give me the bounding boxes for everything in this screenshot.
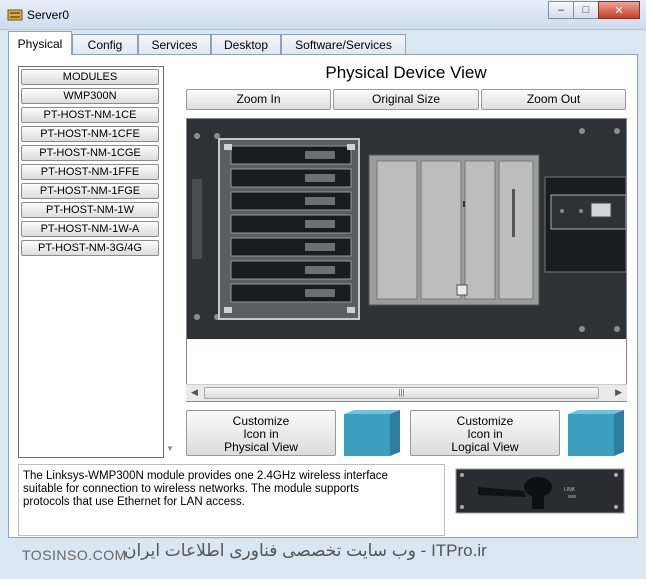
scroll-left-icon[interactable]: ◀ xyxy=(191,387,198,398)
zoom-out-button[interactable]: Zoom Out xyxy=(481,89,626,110)
customize-logical-line3: Logical View xyxy=(451,440,519,454)
description-line-2: suitable for connection to wireless netw… xyxy=(23,483,360,495)
scroll-right-icon[interactable]: ▶ xyxy=(615,387,622,398)
maximize-icon: □ xyxy=(582,4,590,16)
logical-cube-icon xyxy=(568,410,624,456)
minimize-icon: – xyxy=(557,4,565,16)
tab-desktop[interactable]: Desktop xyxy=(211,34,281,54)
module-item-nm-1ffe[interactable]: PT-HOST-NM-1FFE xyxy=(21,164,159,180)
list-scroll-down-icon[interactable]: ▼ xyxy=(164,444,176,456)
description-line-3: protocols that use Ethernet for LAN acce… xyxy=(23,496,245,508)
description-line-1: The Linksys-WMP300N module provides one … xyxy=(23,470,388,482)
module-item-nm-1cge[interactable]: PT-HOST-NM-1CGE xyxy=(21,145,159,161)
module-item-nm-3g-4g[interactable]: PT-HOST-NM-3G/4G xyxy=(21,240,159,256)
module-preview-image: LINK xyxy=(452,465,626,517)
zoom-in-button[interactable]: Zoom In xyxy=(186,89,331,110)
tab-software-services[interactable]: Software/Services xyxy=(281,34,406,54)
module-item-nm-1w[interactable]: PT-HOST-NM-1W xyxy=(21,202,159,218)
module-item-wmp300n[interactable]: WMP300N xyxy=(21,88,159,104)
server-chassis-image xyxy=(187,119,627,385)
tab-config[interactable]: Config xyxy=(72,34,138,54)
module-list: MODULES WMP300N PT-HOST-NM-1CE PT-HOST-N… xyxy=(18,66,164,458)
minimize-button[interactable]: – xyxy=(548,1,574,19)
view-title: Physical Device View xyxy=(325,63,487,82)
module-item-nm-1fge[interactable]: PT-HOST-NM-1FGE xyxy=(21,183,159,199)
physical-cube-icon xyxy=(344,410,400,456)
close-icon: ✕ xyxy=(614,4,624,17)
customize-physical-line3: Physical View xyxy=(224,440,298,454)
close-button[interactable]: ✕ xyxy=(598,1,640,19)
scroll-thumb[interactable]: ||| xyxy=(204,387,599,399)
server-app-icon xyxy=(7,9,23,21)
module-item-nm-1cfe[interactable]: PT-HOST-NM-1CFE xyxy=(21,126,159,142)
watermark-tosinso: TOSINSO.COM xyxy=(22,547,127,563)
module-description: The Linksys-WMP300N module provides one … xyxy=(18,464,445,536)
tab-physical[interactable]: Physical xyxy=(8,31,72,55)
horizontal-scrollbar[interactable]: ◀ ||| ▶ xyxy=(186,384,627,401)
customize-physical-icon-button[interactable]: Customize Icon in Physical View xyxy=(186,410,336,456)
title-bar: Server0 – □ ✕ xyxy=(0,0,646,30)
module-item-modules[interactable]: MODULES xyxy=(21,69,159,85)
tab-services[interactable]: Services xyxy=(138,34,211,54)
maximize-button[interactable]: □ xyxy=(573,1,599,19)
device-view-area xyxy=(186,118,627,402)
module-item-nm-1ce[interactable]: PT-HOST-NM-1CE xyxy=(21,107,159,123)
original-size-button[interactable]: Original Size xyxy=(333,89,479,110)
watermark-itpro: ITPro.ir - وب سایت تخصصی فناوری اطلاعات … xyxy=(124,541,487,560)
window-title: Server0 xyxy=(27,8,70,22)
module-item-nm-1w-a[interactable]: PT-HOST-NM-1W-A xyxy=(21,221,159,237)
customize-logical-icon-button[interactable]: Customize Icon in Logical View xyxy=(410,410,560,456)
tab-bar: Physical Config Services Desktop Softwar… xyxy=(8,31,638,55)
module-link-label: LINK xyxy=(564,487,576,493)
